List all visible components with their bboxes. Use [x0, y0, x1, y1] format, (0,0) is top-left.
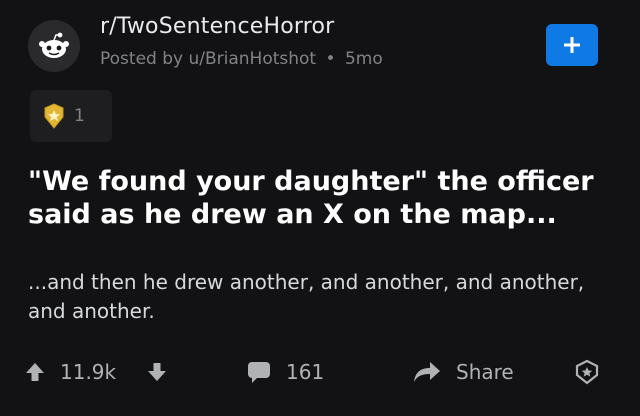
subreddit-name[interactable]: r/TwoSentenceHorror [100, 14, 334, 39]
award-outline-icon [575, 359, 599, 385]
award-medal-icon [44, 103, 64, 129]
post-age: 5mo [344, 49, 383, 69]
share-button[interactable]: Share [412, 348, 514, 396]
share-label: Share [456, 360, 514, 384]
posted-by-label: Posted by [100, 49, 184, 69]
comment-count: 161 [286, 360, 325, 384]
vote-score: 11.9k [60, 348, 116, 396]
post-header: r/TwoSentenceHorror Posted by u/BrianHot… [0, 0, 640, 80]
post-body: ...and then he drew another, and another… [28, 270, 585, 323]
award-count: 1 [74, 106, 85, 126]
downvote-arrow-icon [148, 363, 166, 381]
post-actions: 11.9k 161 Share [0, 348, 640, 396]
author-link[interactable]: u/BrianHotshot [188, 49, 316, 69]
score-value: 11.9k [60, 360, 117, 384]
upvote-button[interactable] [24, 348, 46, 396]
give-award-button[interactable] [574, 348, 600, 396]
comment-bubble-icon [248, 362, 270, 383]
share-arrow-icon [414, 362, 440, 382]
post-title[interactable]: "We found your daughter" the officer sai… [28, 165, 608, 231]
award-badge[interactable]: 1 [30, 90, 112, 142]
snoo-avatar-icon [39, 32, 69, 64]
comments-button[interactable]: 161 [246, 348, 324, 396]
meta-separator: • [325, 49, 336, 69]
subreddit-avatar[interactable] [28, 20, 80, 72]
post-meta: Posted by u/BrianHotshot • 5mo [100, 49, 383, 69]
upvote-arrow-icon [26, 363, 44, 381]
join-button[interactable] [546, 24, 598, 66]
plus-icon [564, 37, 580, 53]
downvote-button[interactable] [146, 348, 168, 396]
